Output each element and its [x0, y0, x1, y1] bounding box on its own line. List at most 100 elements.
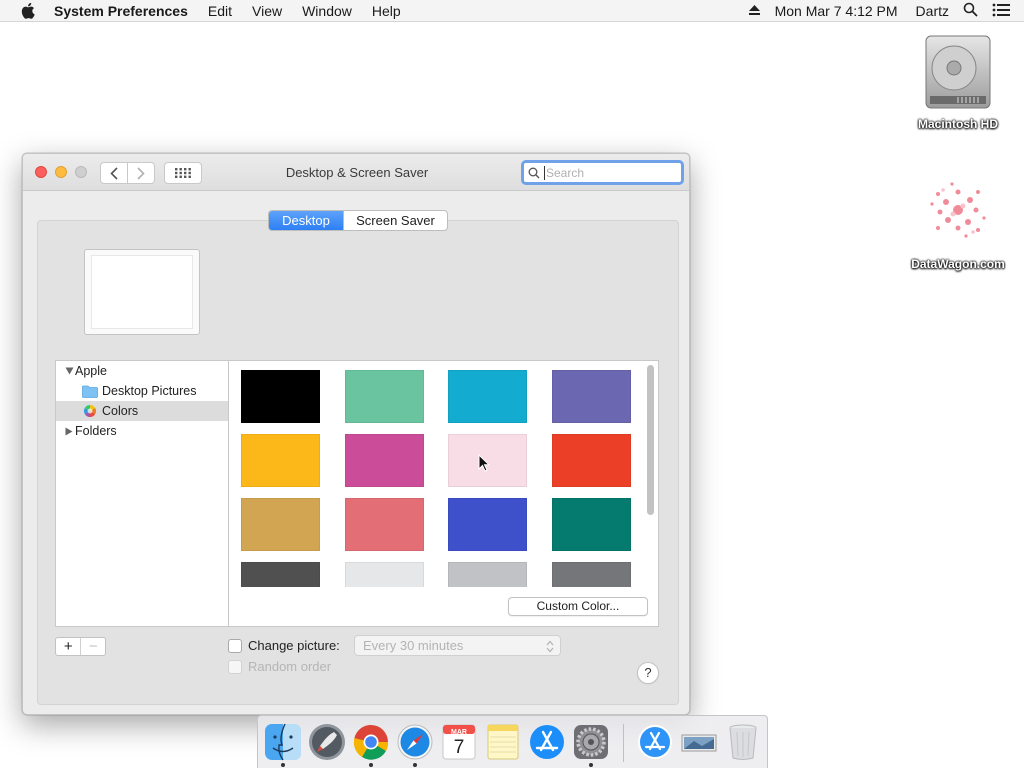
running-indicator — [413, 763, 417, 767]
source-item-colors[interactable]: Colors — [56, 401, 228, 421]
app-store-downloads-icon — [638, 725, 672, 759]
custom-color-button[interactable]: Custom Color... — [508, 597, 648, 616]
random-order-label[interactable]: Random order — [248, 659, 331, 674]
change-picture-row: Change picture: — [228, 638, 340, 653]
app-store-icon — [530, 725, 564, 759]
color-swatch[interactable] — [344, 370, 424, 423]
search-icon — [528, 167, 540, 178]
color-swatch[interactable] — [551, 498, 631, 551]
dock-separator — [623, 724, 624, 762]
eject-icon[interactable] — [748, 3, 761, 19]
finder-icon — [265, 723, 301, 761]
desktop-icon-datawagon[interactable]: DataWagon.com — [898, 170, 1018, 271]
apple-menu-icon[interactable] — [18, 2, 36, 20]
flower-image-icon — [930, 182, 986, 238]
change-interval-select[interactable]: Every 30 minutes — [354, 635, 561, 656]
show-all-button[interactable] — [164, 162, 202, 184]
color-swatch[interactable] — [241, 498, 320, 551]
notes-icon — [487, 724, 519, 760]
color-swatch[interactable] — [551, 434, 631, 487]
scrollbar-thumb[interactable] — [647, 365, 654, 515]
source-group-apple[interactable]: Apple — [56, 361, 228, 381]
add-remove-control: + − — [55, 637, 106, 656]
forward-button[interactable] — [127, 162, 155, 184]
color-swatch[interactable] — [448, 370, 527, 423]
color-swatch[interactable] — [551, 370, 631, 423]
preferences-window: Desktop & Screen Saver Desktop Screen Sa… — [22, 153, 690, 715]
menu-window[interactable]: Window — [292, 3, 362, 19]
change-picture-checkbox[interactable] — [228, 638, 242, 653]
menu-edit[interactable]: Edit — [198, 3, 242, 19]
desktop-icon-label: Macintosh HD — [917, 117, 998, 131]
zoom-window-button[interactable] — [75, 166, 87, 178]
dock-item-chrome[interactable] — [351, 722, 391, 767]
dock-item-screenshot[interactable] — [679, 722, 719, 762]
source-item-desktop-pictures[interactable]: Desktop Pictures — [56, 381, 228, 401]
color-wheel-icon — [82, 404, 98, 418]
color-swatch[interactable] — [448, 498, 527, 551]
grid-icon — [175, 168, 191, 178]
disclosure-triangle-down-icon[interactable] — [63, 367, 75, 375]
color-swatch[interactable] — [344, 434, 424, 487]
window-titlebar[interactable]: Desktop & Screen Saver — [23, 154, 689, 191]
hard-drive-icon — [925, 35, 991, 109]
color-swatch[interactable] — [448, 562, 527, 587]
dock-item-system-preferences[interactable] — [571, 722, 611, 767]
add-folder-button[interactable]: + — [56, 638, 80, 655]
color-swatch[interactable] — [344, 562, 424, 587]
dock-item-notes[interactable] — [483, 722, 523, 762]
disclosure-triangle-right-icon[interactable] — [63, 427, 75, 436]
dock-item-launchpad[interactable] — [307, 722, 347, 762]
source-item-label: Colors — [102, 404, 139, 418]
color-swatch[interactable] — [344, 498, 424, 551]
mouse-pointer-icon — [478, 453, 491, 475]
search-input[interactable] — [544, 165, 674, 180]
chrome-icon — [353, 725, 389, 760]
change-picture-label[interactable]: Change picture: — [248, 638, 340, 653]
random-order-row: Random order — [228, 659, 331, 674]
color-swatch[interactable] — [241, 562, 320, 587]
color-swatch[interactable] — [241, 434, 320, 487]
back-button[interactable] — [100, 162, 128, 184]
menu-help[interactable]: Help — [362, 3, 411, 19]
desktop-icon-macintosh-hd[interactable]: Macintosh HD — [898, 30, 1018, 131]
dock-item-app-store[interactable] — [527, 722, 567, 762]
dock-item-finder[interactable] — [263, 722, 303, 767]
dock-item-calendar[interactable]: MAR 7 — [439, 722, 479, 762]
running-indicator — [589, 763, 593, 767]
menu-app-name[interactable]: System Preferences — [54, 3, 198, 19]
system-preferences-icon — [574, 725, 608, 759]
dock-item-downloads[interactable] — [635, 722, 675, 762]
up-down-arrows-icon — [546, 639, 554, 658]
color-swatch[interactable] — [241, 370, 320, 423]
random-order-checkbox[interactable] — [228, 659, 242, 674]
spotlight-search-icon[interactable] — [963, 2, 978, 20]
search-field[interactable] — [521, 160, 684, 185]
menu-bar: System Preferences Edit View Window Help… — [0, 0, 1024, 22]
menubar-clock[interactable]: Mon Mar 7 4:12 PM — [775, 3, 898, 19]
minimize-window-button[interactable] — [55, 166, 67, 178]
notification-center-icon[interactable] — [992, 3, 1010, 20]
menubar-user[interactable]: Dartz — [916, 3, 949, 19]
vertical-scrollbar[interactable] — [647, 365, 654, 587]
desktop-preview — [84, 249, 200, 335]
dock-item-trash[interactable] — [723, 722, 763, 762]
trash-icon — [729, 724, 757, 760]
tab-desktop[interactable]: Desktop — [269, 211, 343, 230]
help-button[interactable]: ? — [637, 662, 659, 684]
remove-folder-button[interactable]: − — [80, 638, 105, 655]
dock: MAR 7 — [257, 715, 768, 768]
desktop-preview-image — [92, 256, 192, 328]
close-window-button[interactable] — [35, 166, 47, 178]
tab-control: Desktop Screen Saver — [268, 210, 448, 231]
source-group-label: Folders — [75, 424, 117, 438]
color-swatch[interactable] — [551, 562, 631, 587]
tab-screen-saver[interactable]: Screen Saver — [343, 211, 447, 230]
dock-item-safari[interactable] — [395, 722, 435, 767]
folder-icon — [82, 384, 98, 398]
source-group-folders[interactable]: Folders — [56, 421, 228, 441]
swatch-scroll-area[interactable] — [229, 361, 645, 587]
chevron-left-icon — [110, 166, 118, 180]
source-item-label: Desktop Pictures — [102, 384, 197, 398]
menu-view[interactable]: View — [242, 3, 292, 19]
